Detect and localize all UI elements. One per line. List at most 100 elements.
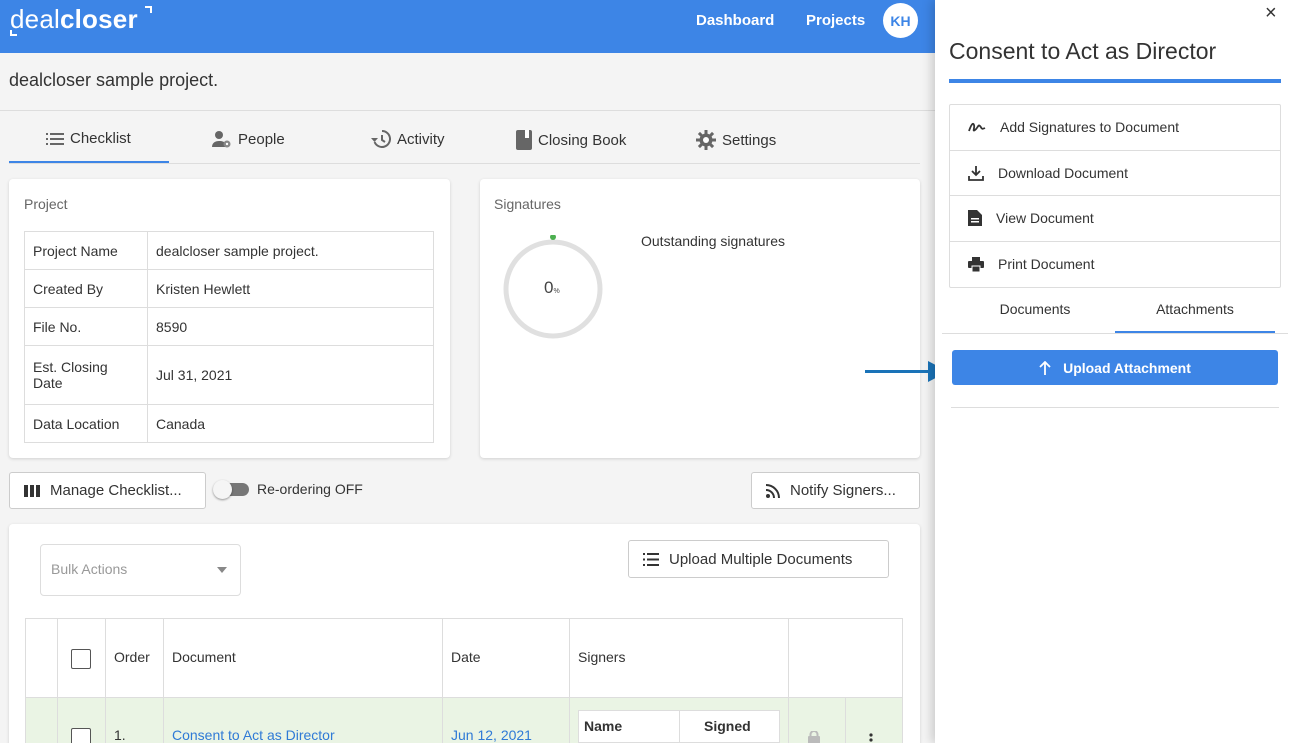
active-tab-indicator [9, 161, 169, 163]
row-order: 1. [114, 727, 126, 743]
view-document-menu-item[interactable]: View Document [950, 196, 1280, 242]
columns-icon [24, 484, 40, 497]
col-divider [679, 710, 680, 743]
header-document: Document [172, 649, 236, 665]
col-divider [105, 618, 106, 698]
menu-item-label: View Document [996, 210, 1094, 227]
rss-icon [766, 483, 780, 498]
info-row: Created By Kristen Hewlett [24, 269, 434, 308]
logo-prefix: deal [10, 4, 60, 34]
col-divider [163, 698, 164, 743]
bulk-actions-placeholder: Bulk Actions [51, 561, 128, 577]
attachments-divider [951, 407, 1279, 408]
tab-label: Activity [397, 130, 445, 148]
dealcloser-logo[interactable]: dealcloser [10, 4, 138, 35]
info-value: Kristen Hewlett [147, 269, 434, 308]
close-icon[interactable]: × [1265, 2, 1277, 25]
col-divider [788, 698, 789, 743]
info-value: Canada [147, 404, 434, 443]
col-divider [442, 698, 443, 743]
info-label: Data Location [24, 404, 148, 443]
logo-bold: closer [59, 4, 138, 34]
arrow-up-icon [1039, 360, 1051, 375]
caret-down-icon [217, 567, 227, 573]
signers-header-signed: Signed [704, 718, 751, 734]
project-card: Project Project Name dealcloser sample p… [9, 179, 450, 458]
header-signers: Signers [578, 649, 626, 665]
add-signatures-menu-item[interactable]: Add Signatures to Document [950, 105, 1280, 151]
info-row: Project Name dealcloser sample project. [24, 231, 434, 270]
select-all-checkbox[interactable] [71, 649, 91, 669]
list-icon [643, 552, 659, 566]
bulk-actions-select[interactable]: Bulk Actions [40, 544, 241, 596]
tab-activity[interactable]: Activity [371, 130, 445, 148]
signatures-card-label: Signatures [494, 196, 561, 212]
upload-multiple-documents-button[interactable]: Upload Multiple Documents [628, 540, 889, 578]
row-document-link[interactable]: Consent to Act as Director [172, 727, 335, 743]
document-actions-menu: Add Signatures to Document Download Docu… [949, 104, 1281, 288]
download-document-menu-item[interactable]: Download Document [950, 151, 1280, 196]
list-icon [46, 132, 64, 145]
print-document-menu-item[interactable]: Print Document [950, 242, 1280, 288]
project-info-table: Project Name dealcloser sample project. … [24, 231, 434, 443]
tab-settings[interactable]: Settings [696, 130, 776, 150]
tab-label: Settings [722, 131, 777, 149]
logo-bracket-icon [145, 6, 152, 13]
nav-projects-link[interactable]: Projects [806, 12, 865, 29]
col-divider [105, 698, 106, 743]
project-title: dealcloser sample project. [9, 70, 219, 90]
tab-people[interactable]: People [212, 130, 285, 148]
info-row: Data Location Canada [24, 404, 434, 443]
row-checkbox[interactable] [71, 728, 91, 743]
tab-label: Checklist [70, 130, 131, 147]
more-vertical-icon[interactable] [868, 733, 874, 743]
nav-dashboard-link[interactable]: Dashboard [696, 12, 774, 29]
info-label: Created By [24, 269, 148, 308]
tab-closing-book[interactable]: Closing Book [516, 130, 626, 150]
col-divider [57, 698, 58, 743]
manage-checklist-button[interactable]: Manage Checklist... [9, 472, 206, 509]
info-row: File No. 8590 [24, 307, 434, 346]
signatures-percent: 0% [544, 278, 560, 298]
people-gear-icon [212, 131, 231, 148]
tab-checklist[interactable]: Checklist [46, 130, 131, 147]
col-divider [569, 698, 570, 743]
info-value: 8590 [147, 307, 434, 346]
tab-label: People [238, 130, 285, 148]
menu-item-label: Print Document [998, 256, 1095, 273]
info-label: File No. [24, 307, 148, 346]
panel-tab-documents[interactable]: Documents [955, 301, 1115, 317]
reordering-label: Re-ordering OFF [257, 481, 363, 497]
panel-active-tab-indicator [1115, 331, 1275, 333]
panel-title: Consent to Act as Director [949, 38, 1217, 64]
menu-item-label: Download Document [998, 164, 1128, 181]
outstanding-signatures-label: Outstanding signatures [641, 233, 785, 249]
info-label: Project Name [24, 231, 148, 270]
signers-header-name: Name [584, 718, 623, 734]
annotation-arrow [865, 370, 935, 373]
upload-multiple-label: Upload Multiple Documents [669, 550, 853, 568]
col-divider [845, 698, 846, 743]
upload-attachment-label: Upload Attachment [1063, 359, 1191, 376]
divider [0, 110, 935, 111]
signatures-card: Signatures 0% Outstanding signatures [480, 179, 920, 458]
header-order: Order [114, 649, 150, 665]
print-icon [968, 256, 984, 272]
tab-label: Closing Book [538, 131, 627, 149]
row-date-link[interactable]: Jun 12, 2021 [451, 727, 532, 743]
gear-icon [696, 130, 716, 150]
project-card-label: Project [24, 196, 68, 212]
document-icon [968, 210, 982, 227]
panel-tabs-divider [942, 333, 1288, 334]
menu-item-label: Add Signatures to Document [1000, 119, 1179, 136]
panel-tab-attachments[interactable]: Attachments [1115, 301, 1275, 317]
notify-signers-button[interactable]: Notify Signers... [751, 472, 920, 509]
manage-checklist-label: Manage Checklist... [50, 482, 182, 499]
upload-attachment-button[interactable]: Upload Attachment [952, 350, 1278, 385]
lock-icon[interactable] [807, 731, 821, 743]
book-icon [516, 130, 532, 150]
user-avatar[interactable]: KH [883, 3, 918, 38]
reordering-toggle[interactable] [213, 480, 249, 499]
history-icon [371, 130, 391, 148]
signature-icon [968, 123, 986, 132]
